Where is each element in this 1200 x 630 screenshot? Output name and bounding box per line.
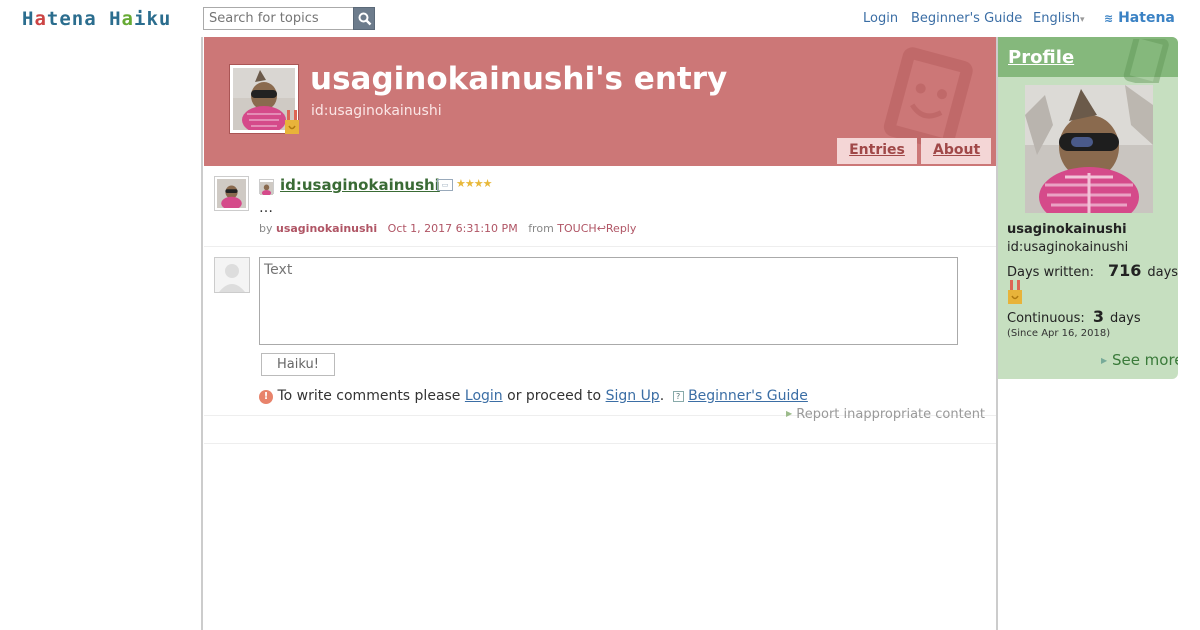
profile-id: id:usaginokainushi [1007,240,1129,255]
entry-avatar[interactable] [214,176,249,211]
star-rating[interactable]: ★★★★ [456,177,492,190]
see-more-label: See more [1111,351,1178,369]
report-label: Report inappropriate content [796,407,986,422]
profile-photo[interactable] [1025,85,1153,213]
logo-text: a [34,8,47,30]
entry-user-link[interactable]: id:usaginokainushi [280,176,440,194]
signup-link[interactable]: Sign Up [606,388,660,404]
haiku-mascot-icon [1123,39,1169,83]
tab-about[interactable]: About [921,138,991,164]
logo-text: a [121,8,134,30]
continuous-value: 3 [1092,307,1104,326]
notice-guide-link[interactable]: Beginner's Guide [688,388,808,404]
search-input[interactable] [203,7,354,30]
logo-text: tena H [46,8,122,30]
top-bar: Hatena Haiku Login Beginner's Guide Engl… [0,0,1200,37]
notice-text: or proceed to [507,388,602,404]
since-date: (Since Apr 16, 2018) [1007,328,1111,339]
logo-text: iku [134,8,172,30]
warning-icon: ! [259,390,273,404]
entry-meta: by usaginokainushi Oct 1, 2017 6:31:10 P… [259,222,636,235]
hatena-logo[interactable]: ≋ Hatena [1104,10,1175,26]
continuous-label: Continuous: [1007,311,1085,326]
profile-sidebar: Profile usaginokainushi id:usaginokainus… [998,37,1178,379]
by-label: by [259,222,273,235]
profile-header: Profile [998,37,1178,83]
help-icon: ? [672,391,684,402]
see-more-link[interactable]: ▶ See more [1101,351,1178,369]
rabbit-mini-icon [260,182,273,196]
page-title: usaginokainushi's entry [310,61,728,97]
reply-label: Reply [605,222,637,235]
days-written: Days written: 716 days [1007,261,1178,280]
login-link[interactable]: Login [863,11,898,26]
chevron-down-icon: ▾ [1079,15,1085,25]
notice-text: To write comments please [277,388,461,404]
entry-username-link[interactable]: usaginokainushi [276,222,377,235]
hatena-haiku-logo[interactable]: Hatena Haiku [22,8,171,30]
days-unit: days [1109,311,1141,326]
medal-icon [1008,280,1022,304]
triangle-right-icon: ▶ [1101,356,1108,365]
content-border-left [201,37,203,630]
user-id-subtitle: id:usaginokainushi [311,103,442,119]
profile-title-link[interactable]: Profile [1008,47,1074,68]
language-label: English [1033,11,1080,26]
entry-source-link[interactable]: TOUCH [557,222,596,235]
logo-text: H [22,8,35,30]
tab-entries[interactable]: Entries [837,138,917,164]
hatena-logo-text: Hatena [1118,10,1175,26]
guest-avatar [214,257,250,293]
days-written-value: 716 [1107,261,1142,280]
haiku-entry: id:usaginokainushi ▭ ★★★★ … by usaginoka… [204,166,996,247]
reply-arrow-icon: ↩ [596,222,606,235]
entry-header: usaginokainushi's entry id:usaginokainus… [204,37,996,166]
continuous-days: Continuous: 3 days [1007,307,1141,326]
days-unit: days [1147,265,1178,280]
user-silhouette-icon [219,264,245,292]
reply-textarea[interactable] [259,257,958,345]
entry-body: … [259,200,273,216]
hatena-birds-icon: ≋ [1104,12,1114,25]
rabbit-avatar-image [217,179,246,210]
login-notice: ! To write comments please Login or proc… [259,388,808,404]
search-icon [358,12,372,26]
reply-link[interactable]: ↩Reply [597,222,637,235]
triangle-right-icon: ▶ [786,409,793,418]
search-button[interactable] [353,7,375,30]
language-selector[interactable]: English▾ [1033,11,1084,26]
keyword-icon [259,179,274,196]
beginners-guide-link[interactable]: Beginner's Guide [911,11,1022,26]
notice-text: . [659,388,665,404]
report-link[interactable]: ▶ Report inappropriate content [786,407,985,422]
haiku-submit-button[interactable]: Haiku! [261,353,335,376]
entry-permalink[interactable]: Oct 1, 2017 6:31:10 PM [388,222,518,235]
profile-name: usaginokainushi [1007,222,1127,237]
from-label: from [528,222,554,235]
badge-icon: ▭ [437,179,453,191]
medal-icon [285,110,299,134]
notice-login-link[interactable]: Login [465,388,503,404]
divider [204,443,996,444]
days-written-label: Days written: [1007,265,1094,280]
